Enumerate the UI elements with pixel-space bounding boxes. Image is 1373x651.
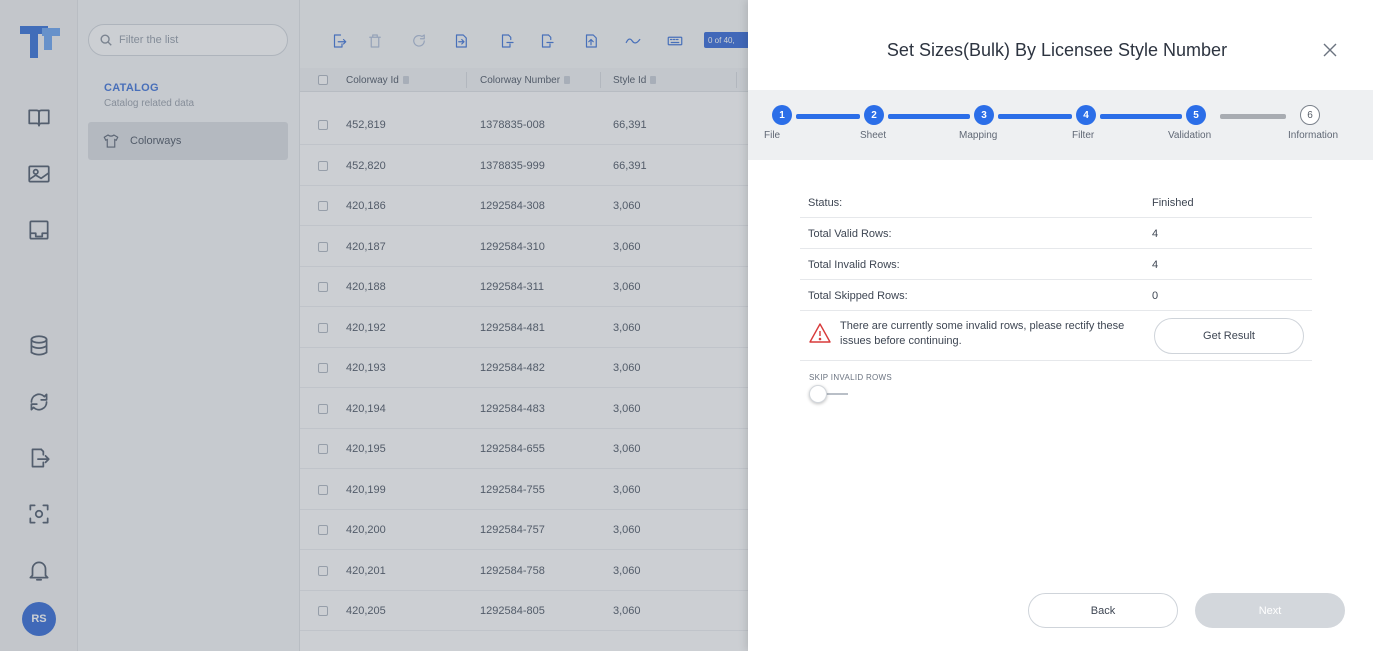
step-information-marker[interactable]: 6	[1300, 105, 1320, 125]
step-label: Filter	[1072, 130, 1095, 141]
dialog-title: Set Sizes(Bulk) By Licensee Style Number	[886, 40, 1228, 60]
step-label: Validation	[1168, 130, 1212, 141]
step-filter-marker[interactable]: 4	[1076, 105, 1096, 125]
warning-text: There are currently some invalid rows, p…	[840, 320, 1125, 347]
invalid-rows-key: Total Invalid Rows:	[808, 258, 900, 271]
valid-rows-key: Total Valid Rows:	[808, 227, 892, 240]
skip-invalid-rows-label: SKIP INVALID ROWS	[809, 373, 893, 382]
stepper-connector	[1220, 114, 1286, 119]
stepper-connector	[1100, 114, 1182, 119]
step-validation-marker[interactable]: 5	[1186, 105, 1206, 125]
step-file-marker[interactable]: 1	[772, 105, 792, 125]
warning-icon	[809, 322, 831, 344]
skipped-rows-value: 0	[1152, 289, 1159, 302]
get-result-button[interactable]: Get Result	[1154, 318, 1304, 354]
modal-backdrop[interactable]	[0, 0, 748, 651]
valid-rows-row: Total Valid Rows: 4	[800, 218, 1312, 249]
step-label: Information	[1288, 130, 1339, 141]
status-value: Finished	[1152, 196, 1194, 209]
status-key: Status:	[808, 196, 843, 209]
status-row: Status: Finished	[800, 187, 1312, 218]
step-sheet-marker[interactable]: 2	[864, 105, 884, 125]
skipped-rows-row: Total Skipped Rows: 0	[800, 280, 1312, 311]
invalid-rows-row: Total Invalid Rows: 4	[800, 249, 1312, 280]
bulk-import-dialog: Set Sizes(Bulk) By Licensee Style Number…	[748, 0, 1373, 651]
invalid-rows-value: 4	[1152, 258, 1159, 271]
stepper-connector	[796, 114, 860, 119]
close-icon[interactable]	[1316, 36, 1344, 64]
stepper-connector	[998, 114, 1072, 119]
step-label: Mapping	[959, 130, 998, 141]
invalid-rows-warning: There are currently some invalid rows, p…	[800, 311, 1312, 361]
stepper-connector	[888, 114, 970, 119]
back-button[interactable]: Back	[1028, 593, 1178, 628]
next-button[interactable]: Next	[1195, 593, 1345, 628]
step-label: File	[764, 130, 781, 141]
skipped-rows-key: Total Skipped Rows:	[808, 289, 908, 302]
valid-rows-value: 4	[1152, 227, 1159, 240]
skip-invalid-toggle[interactable]	[809, 385, 827, 403]
step-mapping-marker[interactable]: 3	[974, 105, 994, 125]
wizard-stepper	[748, 90, 1373, 160]
step-label: Sheet	[860, 130, 887, 141]
